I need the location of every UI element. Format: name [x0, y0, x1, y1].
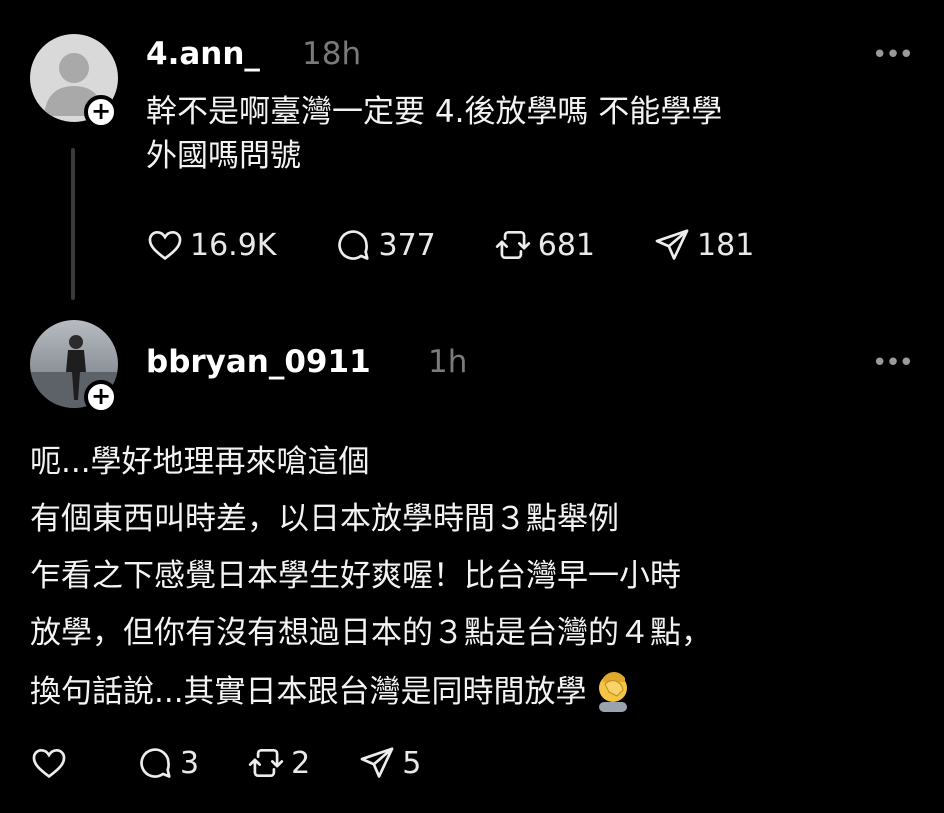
- text-line-last: 換句話說...其實日本跟台灣是同時間放學: [30, 668, 930, 714]
- username[interactable]: bbryan_0911: [146, 344, 371, 380]
- comment-count: 3: [180, 745, 200, 781]
- repost-count: 2: [291, 745, 311, 781]
- heart-icon: [32, 748, 66, 779]
- text-line: 有個東西叫時差，以日本放學時間３點舉例: [30, 501, 619, 537]
- text-line: 呃...學好地理再來嗆這個: [30, 444, 370, 480]
- heart-icon: [148, 230, 182, 261]
- post-text: 幹不是啊臺灣一定要 4.後放學嗎 不能學學 外國嗎問號: [146, 94, 723, 174]
- share-count: 181: [697, 227, 755, 263]
- action-bar: 3 2 5: [30, 744, 479, 782]
- share-button[interactable]: 181: [653, 226, 754, 264]
- plus-icon: +: [90, 97, 112, 125]
- username[interactable]: 4.ann_: [146, 36, 260, 72]
- follow-button[interactable]: +: [84, 380, 118, 414]
- post-text: 呃...學好地理再來嗆這個 有個東西叫時差，以日本放學時間３點舉例 乍看之下感覺…: [30, 440, 930, 714]
- text-line: 換句話說...其實日本跟台灣是同時間放學: [30, 674, 587, 710]
- share-button[interactable]: 5: [358, 744, 421, 782]
- plus-icon: +: [90, 382, 112, 410]
- text-line: 放學，但你有沒有想過日本的３點是台灣的４點，: [30, 615, 712, 651]
- repost-button[interactable]: 681: [494, 226, 595, 264]
- thread-line: [71, 148, 75, 300]
- like-count: 16.9K: [190, 227, 277, 263]
- repost-icon: [248, 748, 284, 778]
- share-icon: [360, 747, 394, 778]
- comment-button[interactable]: 3: [136, 744, 199, 782]
- more-icon[interactable]: •••: [872, 40, 914, 70]
- share-count: 5: [402, 745, 422, 781]
- repost-button[interactable]: 2: [247, 744, 310, 782]
- comment-count: 377: [378, 227, 436, 263]
- repost-icon: [495, 230, 530, 260]
- like-button[interactable]: 16.9K: [146, 226, 276, 264]
- more-icon[interactable]: •••: [872, 348, 914, 378]
- timestamp: 18h: [302, 36, 362, 72]
- comment-icon: [338, 230, 370, 260]
- share-icon: [655, 229, 689, 260]
- like-button[interactable]: [30, 744, 74, 782]
- comment-button[interactable]: 377: [334, 226, 436, 264]
- text-line: 乍看之下感覺日本學生好爽喔！比台灣早一小時: [30, 558, 681, 594]
- action-bar: 16.9K 377 681 181: [146, 226, 812, 264]
- comment-icon: [140, 748, 171, 778]
- follow-button[interactable]: +: [84, 95, 118, 129]
- repost-count: 681: [537, 227, 596, 263]
- timestamp: 1h: [428, 344, 468, 380]
- facepalm-emoji: [598, 672, 627, 712]
